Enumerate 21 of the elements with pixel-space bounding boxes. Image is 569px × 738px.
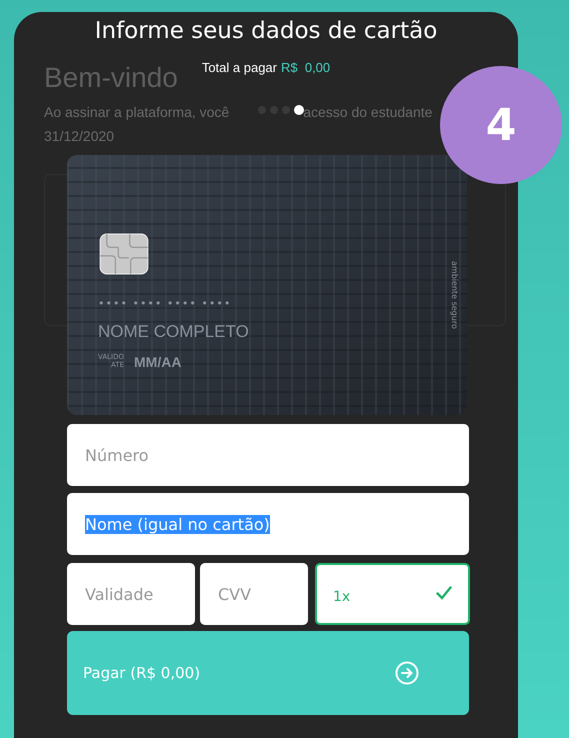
- card-expiry: MM/AA: [134, 354, 182, 370]
- modal-title: Informe seus dados de cartão: [94, 18, 438, 44]
- arrow-circle-icon: [395, 661, 419, 685]
- chip-icon: [98, 233, 150, 275]
- card-number: •••• •••• •••• ••••: [98, 297, 232, 310]
- total-label: Total a pagar: [202, 60, 277, 75]
- background-text: Ao assinar a plataforma, você: [44, 104, 230, 120]
- expiry-field[interactable]: Validade: [67, 563, 195, 625]
- background-text: acesso do estudante: [303, 104, 432, 120]
- number-field[interactable]: Número: [67, 424, 469, 486]
- check-icon: [436, 586, 452, 600]
- cvv-field[interactable]: CVV: [200, 563, 308, 625]
- total-amount: R$ 0,00: [281, 60, 330, 75]
- background-date: 31/12/2020: [44, 128, 114, 144]
- background-heading: Bem-vindo: [44, 62, 178, 94]
- pay-button[interactable]: Pagar (R$ 0,00): [67, 631, 469, 715]
- installments-select[interactable]: 1x: [315, 563, 470, 625]
- card-holder-name: NOME COMPLETO: [98, 322, 249, 342]
- secure-label: ambiente seguro: [450, 261, 459, 329]
- step-badge: 4: [440, 66, 562, 184]
- name-field[interactable]: Nome (igual no cartão): [67, 493, 469, 555]
